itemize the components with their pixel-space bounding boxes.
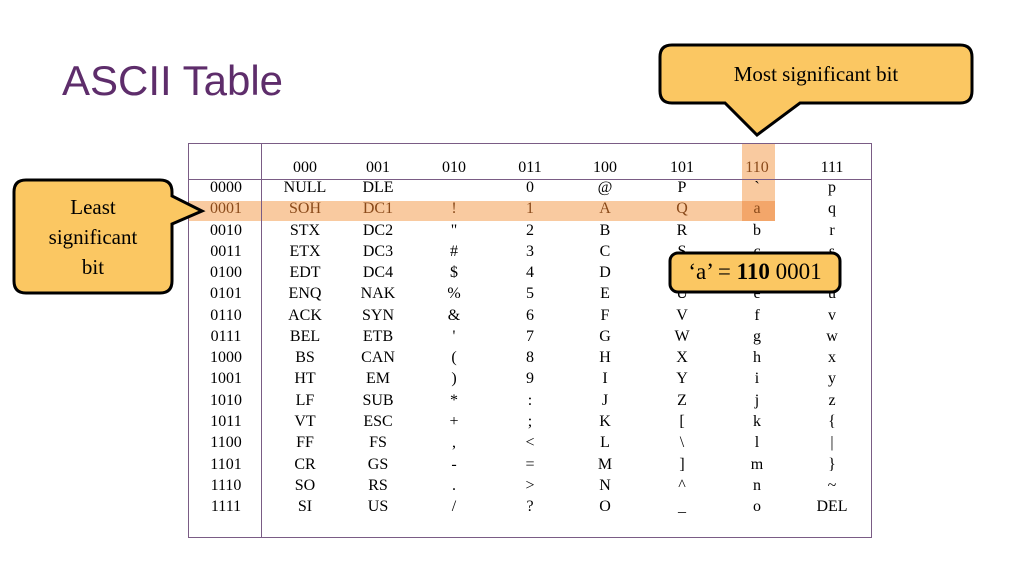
lsb-line: Least bbox=[70, 195, 116, 219]
example-low-bits: 0001 bbox=[769, 259, 822, 284]
lsb-line: bit bbox=[81, 255, 105, 279]
lsb-line: significant bbox=[48, 225, 138, 249]
example-callout-text: ‘a’ = 110 0001 bbox=[670, 257, 840, 287]
msb-callout-text: Most significant bit bbox=[733, 62, 899, 86]
example-char: ‘a’ = bbox=[688, 259, 737, 284]
lsb-callout-text: Least significant bit bbox=[14, 192, 172, 282]
example-high-bits: 110 bbox=[736, 259, 770, 284]
